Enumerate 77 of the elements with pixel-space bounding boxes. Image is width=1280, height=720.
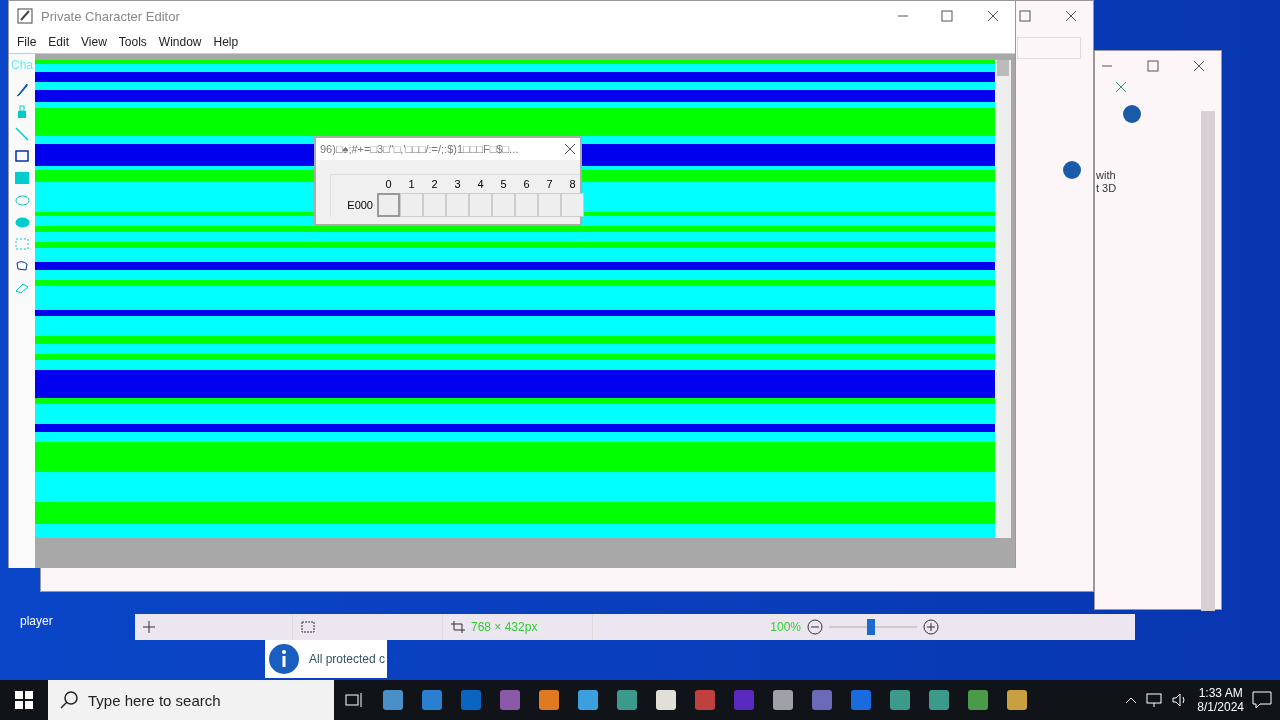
code-cell[interactable] <box>423 193 446 217</box>
line-icon <box>15 127 29 141</box>
column-header: 4 <box>476 177 485 192</box>
time-text: 1:33 AM <box>1198 686 1243 700</box>
filled-rectangle-icon <box>15 172 29 184</box>
tool-button[interactable] <box>13 258 31 274</box>
label-text: t 3D <box>1096 182 1117 194</box>
column-header: 3 <box>453 177 462 192</box>
menu-item[interactable]: Window <box>154 33 206 51</box>
info-icon <box>269 644 299 674</box>
filled-ellipse-icon <box>14 216 30 228</box>
search-placeholder: Type here to search <box>88 691 221 709</box>
task-view-icon <box>344 692 363 708</box>
search-field[interactable]: Type here to search <box>48 680 334 720</box>
eraser-icon <box>15 282 29 294</box>
label-text: with <box>1096 169 1116 181</box>
clock[interactable]: 1:33 AM 8/1/2024 <box>1197 686 1244 714</box>
image-size-text: 768 × 432px <box>471 620 538 634</box>
column-header: 5 <box>499 177 508 192</box>
code-cell[interactable] <box>492 193 515 217</box>
zoom-text: 100% <box>770 620 801 634</box>
close-icon[interactable] <box>987 10 999 22</box>
close-icon[interactable] <box>1193 60 1205 72</box>
crop-icon <box>451 621 465 633</box>
code-cell[interactable] <box>469 193 492 217</box>
code-cell[interactable] <box>538 193 561 217</box>
menu-item[interactable]: View <box>77 33 111 51</box>
menu-item[interactable]: Help <box>209 33 243 51</box>
maximize-icon[interactable] <box>941 10 953 22</box>
close-icon[interactable] <box>1115 81 1127 93</box>
search-icon <box>60 691 78 709</box>
tool-button[interactable] <box>13 148 31 164</box>
dialog-title: 96)□♠;#+=□3□"□,'□□□/:=/;:$)1□□□F□$□... <box>320 143 519 155</box>
code-cell[interactable] <box>446 193 469 217</box>
notification-text: All protected c <box>309 652 386 666</box>
zoom-out-icon[interactable] <box>807 619 823 635</box>
column-header: 0 <box>384 177 393 192</box>
close-icon[interactable] <box>1065 10 1077 22</box>
column-header: 2 <box>430 177 439 192</box>
menu-item[interactable]: File <box>13 33 41 51</box>
rectangle-icon <box>15 150 29 162</box>
ellipse-icon <box>14 194 30 206</box>
window-title: Private Character Editor <box>41 8 180 24</box>
lasso-icon <box>15 260 29 272</box>
maximize-icon[interactable] <box>1019 10 1031 22</box>
notifications-icon[interactable] <box>1252 691 1272 709</box>
column-header: 8 <box>568 177 577 192</box>
code-cell[interactable] <box>561 193 584 217</box>
help-icon[interactable] <box>1063 161 1081 179</box>
column-header: 1 <box>407 177 416 192</box>
label-text: Cha <box>11 58 33 72</box>
desktop-icon-label[interactable]: player <box>20 614 53 628</box>
search-field[interactable] <box>1017 37 1081 59</box>
pencil-icon <box>16 83 28 97</box>
close-icon[interactable] <box>564 143 576 155</box>
chevron-up-icon[interactable] <box>1125 696 1138 704</box>
code-cell[interactable] <box>515 193 538 217</box>
code-cell[interactable] <box>400 193 423 217</box>
column-header: 7 <box>545 177 554 192</box>
selection-icon <box>15 238 29 250</box>
code-cell[interactable] <box>377 193 400 217</box>
scrollbar[interactable] <box>1201 111 1215 611</box>
windows-logo-icon <box>15 691 33 709</box>
zoom-in-icon[interactable] <box>923 619 939 635</box>
selection-icon <box>301 621 315 633</box>
menu-item[interactable]: Edit <box>44 33 74 51</box>
maximize-icon[interactable] <box>1147 60 1159 72</box>
help-icon[interactable] <box>1123 105 1141 123</box>
brush-icon <box>17 105 27 119</box>
column-header: 6 <box>522 177 531 192</box>
app-icon <box>17 8 33 24</box>
scrollbar[interactable] <box>995 60 1011 538</box>
row-header: E000 <box>346 198 374 213</box>
menu-item[interactable]: Tools <box>114 33 151 51</box>
network-icon[interactable] <box>1145 692 1164 708</box>
move-icon <box>143 621 155 633</box>
date-text: 8/1/2024 <box>1197 700 1244 714</box>
